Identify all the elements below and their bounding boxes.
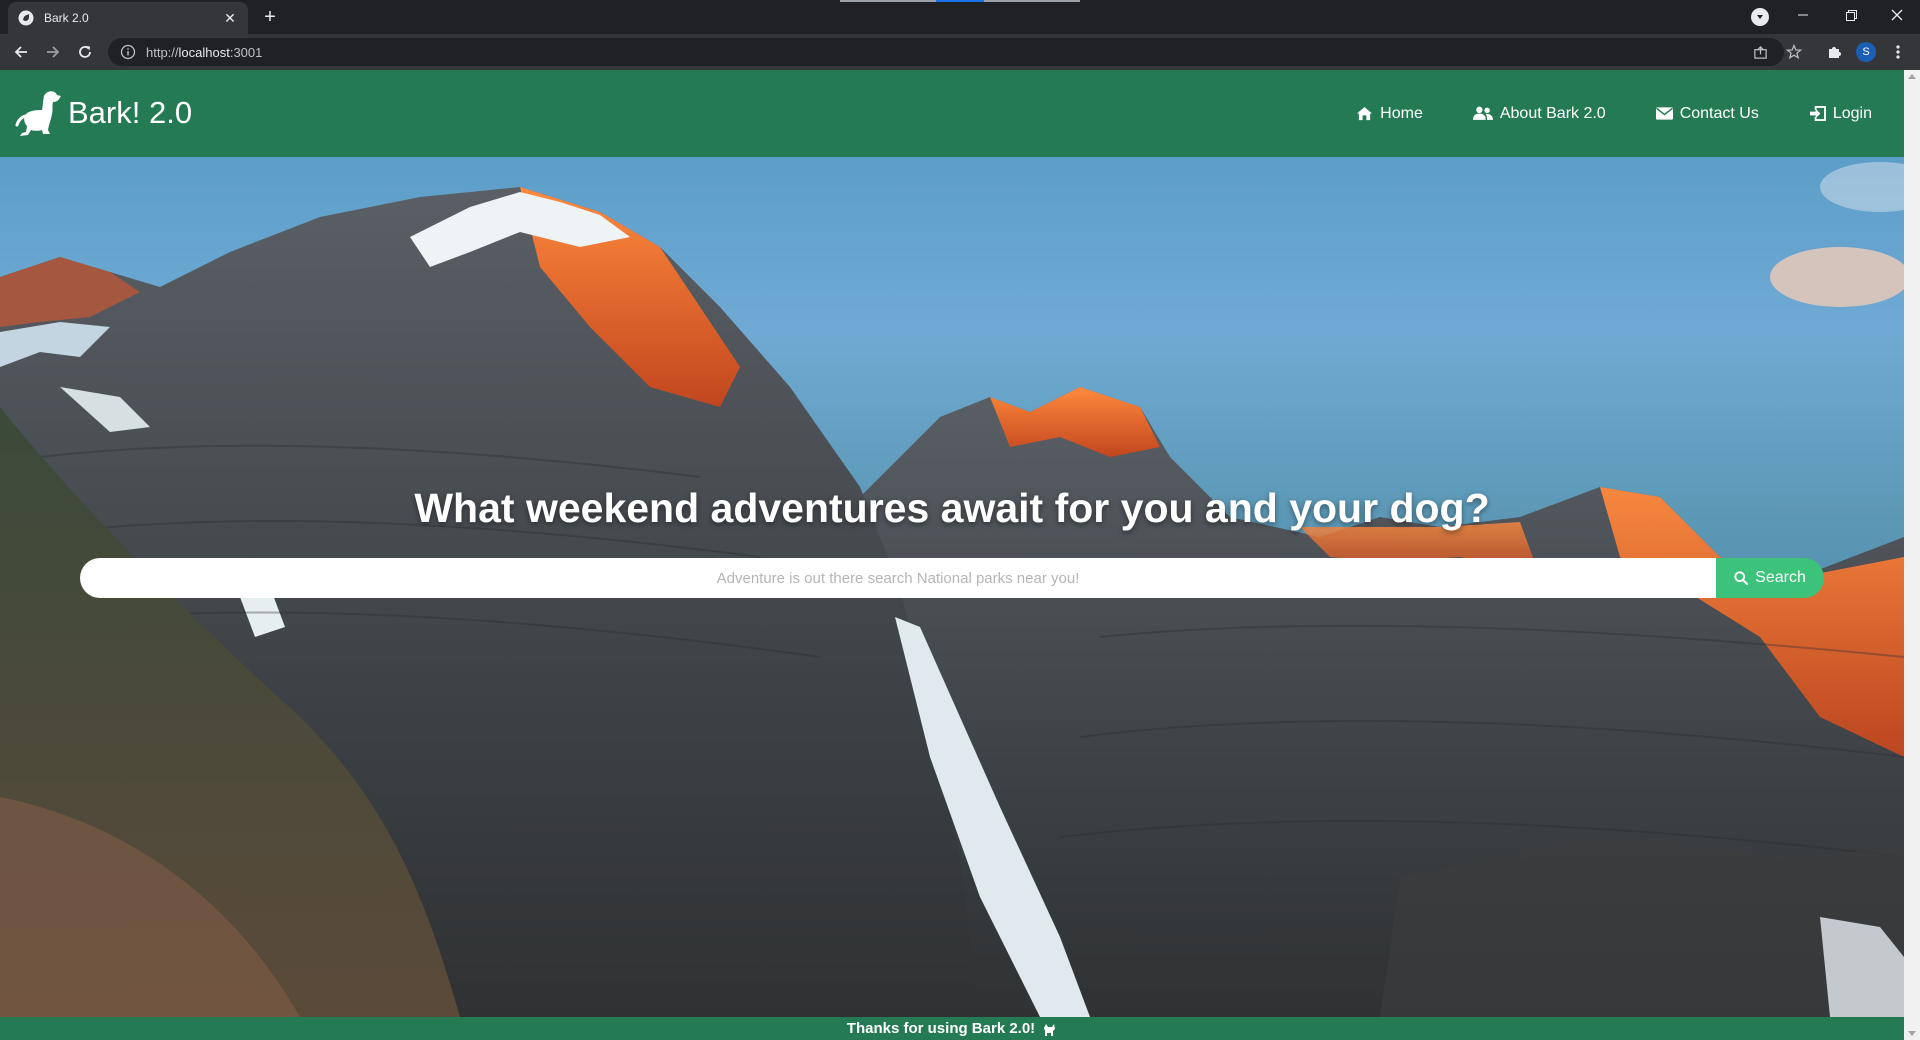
bookmark-button[interactable] [1782,40,1806,64]
page-scrollbar[interactable] [1904,70,1920,1040]
browser-menu-button[interactable] [1886,40,1910,64]
tab-close-icon[interactable]: ✕ [222,10,238,27]
search-button[interactable]: Search [1716,558,1824,598]
page-footer: Thanks for using Bark 2.0! [0,1017,1904,1040]
search-bar: Search [80,558,1824,598]
close-window-button[interactable] [1874,0,1920,30]
users-icon [1472,106,1493,120]
search-button-label: Search [1755,569,1806,586]
login-icon [1809,106,1826,121]
hero-section: What weekend adventures await for you an… [0,157,1904,1017]
nav-login-label: Login [1832,104,1872,122]
new-tab-button[interactable]: + [258,6,282,30]
url-host: localhost [178,44,230,60]
arrow-right-icon [47,46,60,58]
tab-search-button[interactable] [1751,8,1769,26]
browser-tab-strip: Bark 2.0 ✕ + [0,0,1920,34]
tab-strip-indicator-active [936,0,984,2]
tab-title: Bark 2.0 [44,11,89,25]
search-input[interactable] [80,558,1716,598]
url-scheme: http:// [146,44,179,60]
nav-contact-link[interactable]: Contact Us [1655,104,1759,123]
nav-about-label: About Bark 2.0 [1499,104,1606,122]
site-favicon-icon [18,10,34,26]
chevron-down-icon [1757,15,1763,19]
close-icon [1891,9,1903,21]
minimize-icon [1798,14,1808,16]
minimize-button[interactable] [1780,0,1826,30]
puzzle-icon [1829,47,1841,58]
url-text: http://localhost:3001 [146,45,262,60]
restore-icon [1845,9,1857,21]
extensions-button[interactable] [1822,40,1846,64]
page-viewport: Bark! 2.0 Home About Bark 2.0 Contact Us… [0,70,1904,1040]
tab-strip-indicator [984,0,1080,2]
search-icon [1734,571,1749,585]
restore-button[interactable] [1828,0,1874,30]
footer-text: Thanks for using Bark 2.0! [846,1020,1036,1037]
browser-tab[interactable]: Bark 2.0 ✕ [8,2,248,34]
more-vert-icon [1896,45,1900,59]
back-button[interactable] [9,40,33,64]
profile-avatar[interactable]: S [1856,42,1876,62]
reload-icon [79,46,91,58]
nav-home-label: Home [1380,104,1423,122]
hero-title: What weekend adventures await for you an… [414,485,1490,531]
nav-login-link[interactable]: Login [1809,105,1872,123]
nav-home-link[interactable]: Home [1356,105,1423,123]
dog-logo-icon [15,91,61,136]
url-port: :3001 [229,44,263,60]
tab-strip-indicator [840,0,936,2]
brand-link[interactable]: Bark! 2.0 [12,86,192,140]
address-bar[interactable]: http://localhost:3001 [108,38,1784,66]
arrow-left-icon [14,46,27,58]
reload-button[interactable] [73,40,97,64]
site-navbar: Bark! 2.0 Home About Bark 2.0 Contact Us… [0,70,1904,157]
star-icon [1786,44,1802,60]
nav-about-link[interactable]: About Bark 2.0 [1472,104,1606,123]
dog-icon [1044,1023,1056,1036]
share-button[interactable] [1748,40,1772,64]
forward-button[interactable] [41,40,65,64]
main-nav: Home About Bark 2.0 Contact Us Login [1356,70,1872,157]
scroll-down-icon[interactable] [1908,1031,1916,1036]
home-icon [1357,106,1373,121]
info-icon[interactable] [120,44,136,60]
envelope-icon [1655,107,1673,120]
browser-toolbar: http://localhost:3001 S [0,34,1920,70]
share-icon [1753,45,1767,59]
nav-contact-label: Contact Us [1679,104,1759,122]
scroll-up-icon[interactable] [1908,74,1916,79]
brand-name: Bark! 2.0 [68,95,193,130]
